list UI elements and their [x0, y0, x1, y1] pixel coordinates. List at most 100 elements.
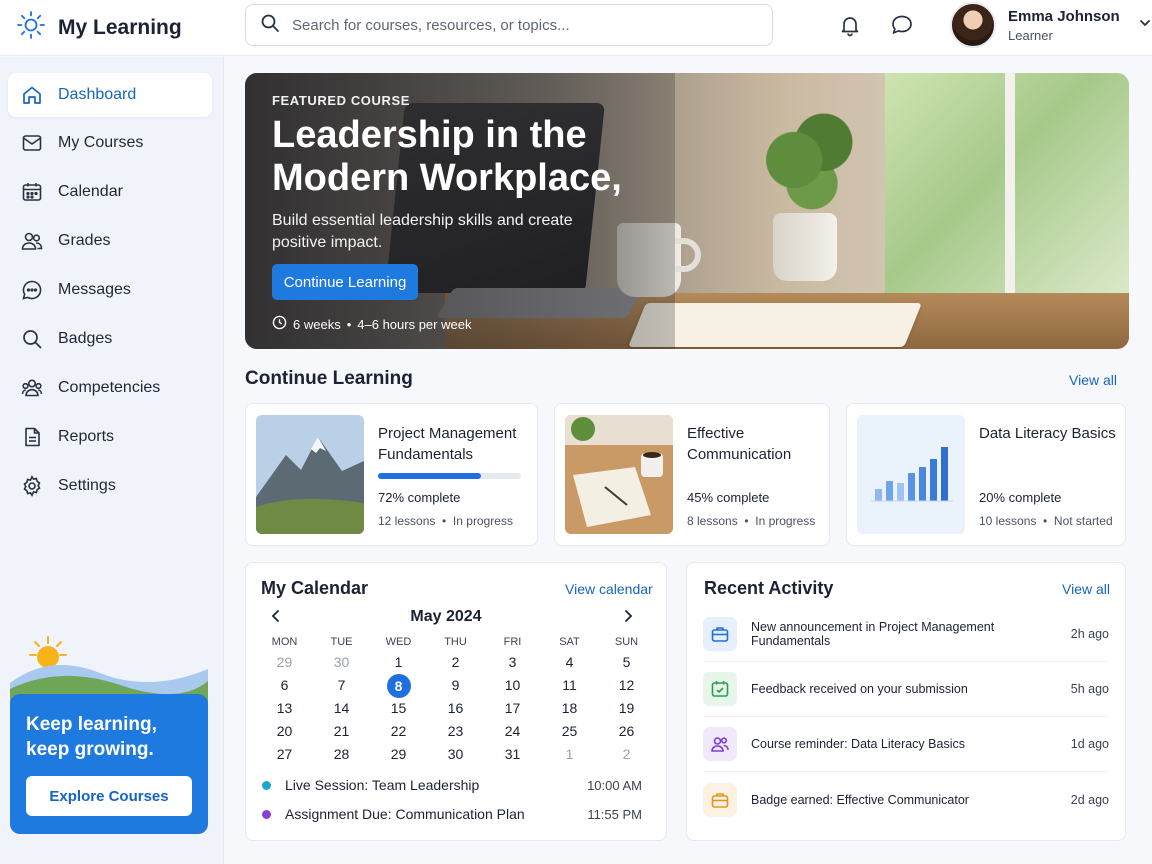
calendar-day[interactable]: 27	[256, 743, 313, 766]
sidebar-item-badges[interactable]: Badges	[8, 317, 212, 361]
calendar-title: My Calendar	[261, 578, 369, 598]
continue-learning-view-all-link[interactable]: View all	[1069, 372, 1117, 388]
book-icon	[20, 131, 44, 155]
notifications-bell-icon[interactable]	[837, 12, 863, 38]
calendar-day[interactable]: 6	[256, 674, 313, 697]
promo-text: Keep learning, keep growing.	[26, 714, 157, 760]
calendar-event[interactable]: Assignment Due: Communication Plan 11:55…	[262, 806, 642, 822]
activity-item[interactable]: New announcement in Project Management F…	[703, 607, 1109, 662]
user-name: Emma Johnson	[1008, 7, 1120, 25]
calendar-day[interactable]: 16	[427, 697, 484, 720]
calendar-day[interactable]: 1	[541, 743, 598, 766]
activity-view-all-link[interactable]: View all	[1062, 581, 1110, 597]
hero-eyebrow: FEATURED COURSE	[272, 93, 411, 108]
calendar-day[interactable]: 24	[484, 720, 541, 743]
event-time: 10:00 AM	[587, 777, 642, 793]
calendar-icon	[20, 180, 44, 204]
activity-item[interactable]: Course reminder: Data Literacy Basics 1d…	[703, 717, 1109, 772]
calendar-day[interactable]: 9	[427, 674, 484, 697]
course-card-project-management[interactable]: Project Management Fundamentals 72% comp…	[245, 403, 538, 546]
calendar-day-today[interactable]: 8	[370, 674, 427, 698]
gear-icon	[20, 474, 44, 498]
sidebar-item-messages[interactable]: Messages	[8, 268, 212, 312]
calendar-day[interactable]: 22	[370, 720, 427, 743]
hero-duration: 6 weeks	[293, 316, 341, 332]
sidebar-item-competencies[interactable]: Competencies	[8, 366, 212, 410]
sidebar: Dashboard My Courses Calendar Grades Mes…	[0, 57, 224, 864]
calendar-day[interactable]: 13	[256, 697, 313, 720]
weekday: TUE	[330, 636, 353, 648]
calendar-day[interactable]: 30	[313, 651, 370, 674]
calendar-day[interactable]: 12	[598, 674, 655, 697]
sidebar-item-grades[interactable]: Grades	[8, 219, 212, 263]
activity-item[interactable]: Badge earned: Effective Communicator 2d …	[703, 772, 1109, 827]
search-bar[interactable]	[245, 4, 773, 46]
explore-courses-button[interactable]: Explore Courses	[26, 776, 192, 816]
calendar-week: 20 21 22 23 24 25 26	[256, 720, 656, 743]
calendar-day[interactable]: 15	[370, 697, 427, 720]
sidebar-item-reports[interactable]: Reports	[8, 415, 212, 459]
calendar-day[interactable]: 14	[313, 697, 370, 720]
plant	[747, 101, 865, 219]
weekday: SUN	[614, 636, 639, 648]
calendar-day[interactable]: 10	[484, 674, 541, 697]
chevron-down-icon[interactable]	[1138, 16, 1152, 35]
sidebar-item-calendar[interactable]: Calendar	[8, 170, 212, 214]
course-card-data-literacy[interactable]: Data Literacy Basics 20% complete 10 les…	[846, 403, 1126, 546]
course-percent: 72% complete	[378, 490, 461, 505]
activity-time: 2h ago	[1070, 627, 1109, 641]
recent-activity-panel: Recent Activity View all New announcemen…	[686, 562, 1126, 841]
featured-course-banner: FEATURED COURSE Leadership in the Modern…	[245, 73, 1129, 349]
chevron-right-icon[interactable]	[622, 609, 634, 628]
user-menu[interactable]: Emma Johnson Learner	[950, 2, 1152, 48]
calendar-day[interactable]: 30	[427, 743, 484, 766]
avatar[interactable]	[950, 2, 996, 48]
calendar-day[interactable]: 17	[484, 697, 541, 720]
view-calendar-link[interactable]: View calendar	[565, 581, 653, 597]
calendar-day[interactable]: 29	[256, 651, 313, 674]
search-input[interactable]	[292, 16, 732, 34]
calendar-day[interactable]: 1	[370, 651, 427, 674]
sidebar-item-label: Settings	[58, 477, 116, 494]
calendar-day[interactable]: 26	[598, 720, 655, 743]
activity-time: 2d ago	[1070, 792, 1109, 807]
messages-chat-icon[interactable]	[889, 12, 915, 38]
calendar-event[interactable]: Live Session: Team Leadership 10:00 AM	[262, 777, 642, 793]
hero-title: Leadership in the Modern Workplace,	[272, 114, 622, 199]
calendar-day[interactable]: 3	[484, 651, 541, 674]
course-meta: 8 lessons • In progress	[687, 514, 816, 528]
sidebar-item-dashboard[interactable]: Dashboard	[8, 73, 212, 117]
calendar-day[interactable]: 31	[484, 743, 541, 766]
weekday: WED	[385, 636, 412, 648]
group-icon	[20, 376, 44, 400]
calendar-day[interactable]: 25	[541, 720, 598, 743]
course-card-effective-communication[interactable]: Effective Communication 45% complete 8 l…	[554, 403, 830, 546]
calendar-day[interactable]: 28	[313, 743, 370, 766]
brand[interactable]: My Learning	[16, 10, 182, 45]
mountain-thumbnail	[256, 415, 364, 534]
plant-pot	[773, 213, 837, 281]
continue-learning-button[interactable]: Continue Learning	[272, 264, 418, 300]
sidebar-item-my-courses[interactable]: My Courses	[8, 121, 212, 165]
calendar-day[interactable]: 7	[313, 674, 370, 697]
calendar-day[interactable]: 2	[427, 651, 484, 674]
calendar-day[interactable]: 23	[427, 720, 484, 743]
calendar-day[interactable]: 21	[313, 720, 370, 743]
course-meta: 12 lessons • In progress	[378, 514, 513, 528]
calendar-day[interactable]: 11	[541, 674, 598, 697]
sidebar-item-label: Reports	[58, 428, 115, 445]
calendar-day[interactable]: 4	[541, 651, 598, 674]
calendar-day[interactable]: 29	[370, 743, 427, 766]
calendar-day[interactable]: 18	[541, 697, 598, 720]
sidebar-item-label: Grades	[58, 232, 111, 249]
event-time: 11:55 PM	[587, 806, 642, 822]
calendar-day[interactable]: 19	[598, 697, 655, 720]
calendar-day[interactable]: 20	[256, 720, 313, 743]
app-title: My Learning	[58, 15, 182, 39]
people-icon	[20, 229, 44, 253]
calendar-day[interactable]: 5	[598, 651, 655, 674]
calendar-day[interactable]: 2	[598, 743, 655, 766]
sidebar-item-settings[interactable]: Settings	[8, 464, 212, 508]
bar-chart-thumbnail	[857, 415, 965, 534]
activity-item[interactable]: Feedback received on your submission 5h …	[703, 662, 1109, 717]
